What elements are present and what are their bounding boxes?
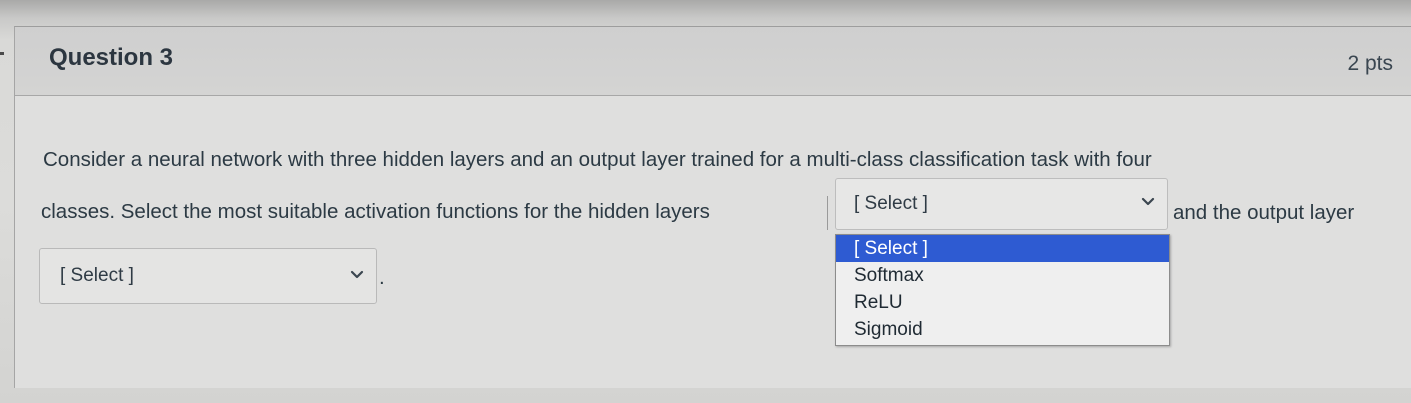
hidden-layer-select-value: [ Select ] — [854, 193, 928, 214]
question-text-line-2-suffix: and the output layer — [1173, 201, 1355, 224]
output-layer-select-value: [ Select ] — [60, 265, 134, 286]
question-text-line-1: Consider a neural network with three hid… — [43, 148, 1152, 171]
dropdown-option-relu[interactable]: ReLU — [836, 289, 1169, 316]
select-divider — [827, 196, 828, 230]
chevron-down-icon — [350, 270, 364, 279]
question-card: Question 3 2 pts Consider a neural netwo… — [14, 26, 1411, 388]
activation-dropdown-list[interactable]: [ Select ] Softmax ReLU Sigmoid — [835, 234, 1170, 346]
output-layer-select[interactable]: [ Select ] — [39, 248, 377, 304]
dropdown-option-sigmoid[interactable]: Sigmoid — [836, 316, 1169, 343]
question-title: Question 3 — [49, 44, 174, 71]
question-points: 2 pts — [1347, 52, 1393, 75]
question-header: Question 3 2 pts — [15, 27, 1411, 96]
screen-background: Question 3 2 pts Consider a neural netwo… — [0, 0, 1411, 403]
dropdown-option-softmax[interactable]: Softmax — [836, 262, 1169, 289]
chevron-down-icon — [1141, 197, 1155, 206]
sentence-period: . — [379, 266, 385, 289]
question-body: Consider a neural network with three hid… — [15, 96, 1411, 388]
question-text-line-2: classes. Select the most suitable activa… — [41, 200, 710, 223]
hidden-layer-select[interactable]: [ Select ] — [835, 178, 1168, 230]
edge-mark — [0, 52, 4, 55]
dropdown-option-select[interactable]: [ Select ] — [836, 235, 1169, 262]
